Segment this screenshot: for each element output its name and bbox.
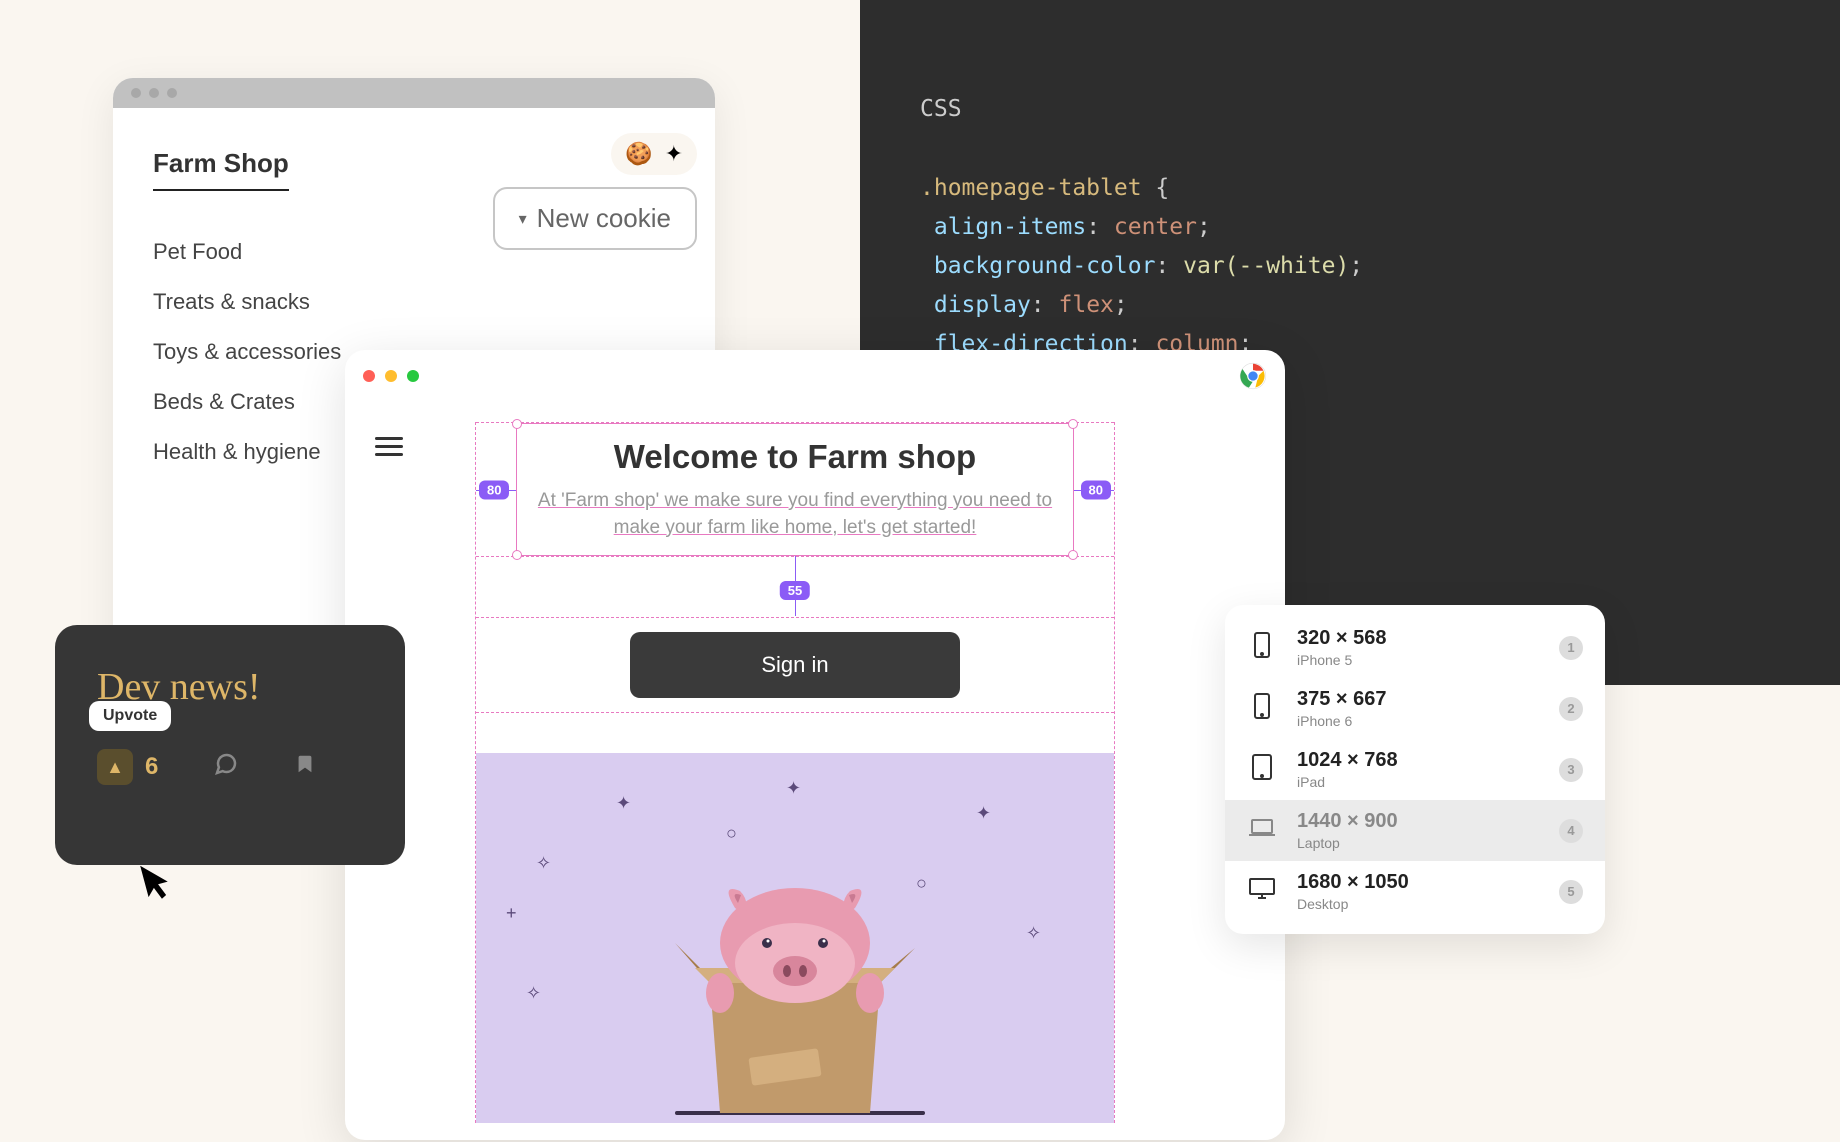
resize-handle[interactable] xyxy=(512,419,522,429)
spacer-badge-right: 80 xyxy=(1081,480,1111,499)
device-index-badge: 5 xyxy=(1559,880,1583,904)
hero-illustration: ✦ ✦ ✦ ✧ ○ ○ ✧ ✧ + xyxy=(476,753,1114,1123)
resize-handle[interactable] xyxy=(512,550,522,560)
cookie-icon: 🍪 xyxy=(625,141,652,167)
device-index-badge: 3 xyxy=(1559,758,1583,782)
phone-icon xyxy=(1247,692,1277,726)
device-name: iPhone 5 xyxy=(1297,652,1539,668)
device-dimensions: 375 × 667 xyxy=(1297,688,1539,711)
window-dot xyxy=(131,88,141,98)
upvote-count: 6 xyxy=(145,753,158,781)
device-dimensions: 320 × 568 xyxy=(1297,627,1539,650)
phone-icon xyxy=(1247,631,1277,665)
hero-subheading: At 'Farm shop' we make sure you find eve… xyxy=(523,488,1067,541)
close-dot[interactable] xyxy=(363,370,375,382)
device-row-ipad[interactable]: 1024 × 768 iPad 3 xyxy=(1225,739,1605,800)
laptop-icon xyxy=(1247,818,1277,844)
device-name: iPhone 6 xyxy=(1297,713,1539,729)
browser-preview-window: Welcome to Farm shop At 'Farm shop' we m… xyxy=(345,350,1285,1140)
device-row-desktop[interactable]: 1680 × 1050 Desktop 5 xyxy=(1225,861,1605,922)
device-row-iphone6[interactable]: 375 × 667 iPhone 6 2 xyxy=(1225,678,1605,739)
device-row-laptop[interactable]: 1440 × 900 Laptop 4 xyxy=(1225,800,1605,861)
new-cookie-label: New cookie xyxy=(537,203,671,234)
hero-section: Welcome to Farm shop At 'Farm shop' we m… xyxy=(476,422,1114,557)
device-index-badge: 4 xyxy=(1559,819,1583,843)
code-language-label: CSS xyxy=(920,90,1780,129)
sidebar-title: Farm Shop xyxy=(153,148,289,191)
sign-in-button[interactable]: Sign in xyxy=(630,632,960,698)
new-cookie-button[interactable]: ▾ New cookie xyxy=(493,187,697,250)
extension-icon: ✦ xyxy=(665,141,683,167)
selected-text-block[interactable]: Welcome to Farm shop At 'Farm shop' we m… xyxy=(516,423,1074,556)
device-row-iphone5[interactable]: 320 × 568 iPhone 5 1 xyxy=(1225,617,1605,678)
cookie-toggle[interactable]: 🍪 ✦ xyxy=(611,133,697,175)
device-name: Desktop xyxy=(1297,896,1539,912)
device-dimensions: 1024 × 768 xyxy=(1297,749,1539,772)
design-canvas: Welcome to Farm shop At 'Farm shop' we m… xyxy=(475,422,1115,1123)
tablet-icon xyxy=(1247,753,1277,787)
window-dot xyxy=(149,88,159,98)
css-selector: .homepage-tablet xyxy=(920,175,1142,201)
device-dimensions: 1440 × 900 xyxy=(1297,810,1539,833)
chrome-icon xyxy=(1239,362,1267,390)
comment-icon[interactable] xyxy=(214,752,238,783)
device-size-picker: 320 × 568 iPhone 5 1 375 × 667 iPhone 6 … xyxy=(1225,605,1605,934)
caret-down-icon: ▾ xyxy=(519,209,527,229)
upvote-arrow-icon: ▲ xyxy=(106,757,124,778)
cursor-icon xyxy=(139,858,183,914)
maximize-dot[interactable] xyxy=(407,370,419,382)
resize-handle[interactable] xyxy=(1068,419,1078,429)
bookmark-icon[interactable] xyxy=(294,753,316,782)
spacer-badge-left: 80 xyxy=(479,480,509,499)
button-section: Sign in xyxy=(476,617,1114,713)
pig-in-box-illustration xyxy=(615,823,975,1123)
dev-news-card: Dev news! Upvote ▲ 6 xyxy=(55,625,405,865)
upvote-tooltip: Upvote xyxy=(89,701,171,731)
browser-titlebar xyxy=(345,350,1285,402)
device-name: iPad xyxy=(1297,774,1539,790)
sidebar-item-treats[interactable]: Treats & snacks xyxy=(153,277,675,327)
device-dimensions: 1680 × 1050 xyxy=(1297,871,1539,894)
desktop-icon xyxy=(1247,877,1277,907)
device-name: Laptop xyxy=(1297,835,1539,851)
spacer-badge-bottom: 55 xyxy=(780,581,810,600)
device-index-badge: 2 xyxy=(1559,697,1583,721)
upvote-button[interactable]: ▲ xyxy=(97,749,133,785)
hamburger-menu-icon[interactable] xyxy=(375,432,403,461)
device-index-badge: 1 xyxy=(1559,636,1583,660)
upvote-group: Upvote ▲ 6 xyxy=(97,749,158,785)
minimize-dot[interactable] xyxy=(385,370,397,382)
resize-handle[interactable] xyxy=(1068,550,1078,560)
hero-heading: Welcome to Farm shop xyxy=(523,438,1067,476)
window-dot xyxy=(167,88,177,98)
window-titlebar xyxy=(113,78,715,108)
